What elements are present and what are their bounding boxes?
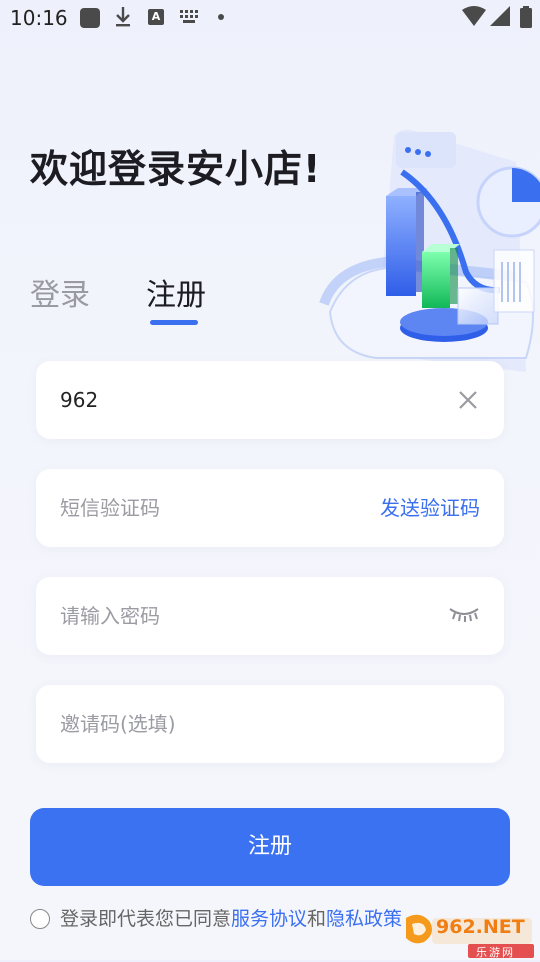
clear-icon[interactable] xyxy=(458,390,478,410)
sms-code-placeholder[interactable]: 短信验证码 xyxy=(60,469,160,547)
phone-field[interactable]: 962 xyxy=(36,361,504,439)
app-notification-icon xyxy=(80,8,100,28)
auth-tabs: 登录 注册 xyxy=(30,270,330,330)
agreement-and: 和 xyxy=(307,908,327,930)
site-watermark-logo: 962.NET 乐游网 xyxy=(402,912,538,959)
agreement-text: 登录即代表您已同意服务协议和隐私政策 xyxy=(60,906,402,932)
status-bar: 10:16 A xyxy=(0,0,540,36)
send-code-button[interactable]: 发送验证码 xyxy=(380,469,480,547)
password-field[interactable]: 请输入密码 xyxy=(36,577,504,655)
agreement-checkbox[interactable] xyxy=(30,909,50,929)
illustration-data-chart xyxy=(319,129,540,372)
page-title: 欢迎登录安小店! xyxy=(30,147,322,191)
invite-code-placeholder[interactable]: 邀请码(选填) xyxy=(60,685,176,763)
eye-closed-icon[interactable] xyxy=(448,605,480,625)
signal-icon xyxy=(490,6,510,26)
agreement-prefix: 登录即代表您已同意 xyxy=(60,908,232,930)
tab-register[interactable]: 注册 xyxy=(146,270,206,314)
download-icon xyxy=(116,7,130,27)
status-time: 10:16 xyxy=(10,6,68,30)
sms-code-field[interactable]: 短信验证码 发送验证码 xyxy=(36,469,504,547)
wifi-icon xyxy=(462,6,486,26)
watermark-sub-text: 乐游网 xyxy=(476,946,515,959)
text-a-icon: A xyxy=(148,9,164,25)
service-agreement-link[interactable]: 服务协议 xyxy=(231,908,307,930)
more-notifications-dot-icon xyxy=(218,14,224,20)
password-placeholder[interactable]: 请输入密码 xyxy=(60,577,160,655)
tab-login[interactable]: 登录 xyxy=(30,270,90,314)
keyboard-icon xyxy=(180,10,198,23)
privacy-policy-link[interactable]: 隐私政策 xyxy=(326,908,402,930)
register-button[interactable]: 注册 xyxy=(30,808,510,886)
invite-code-field[interactable]: 邀请码(选填) xyxy=(36,685,504,763)
phone-input-value[interactable]: 962 xyxy=(60,361,98,439)
battery-icon xyxy=(520,6,532,28)
active-tab-indicator xyxy=(150,320,198,325)
watermark-logo-text: 962.NET xyxy=(436,916,525,938)
